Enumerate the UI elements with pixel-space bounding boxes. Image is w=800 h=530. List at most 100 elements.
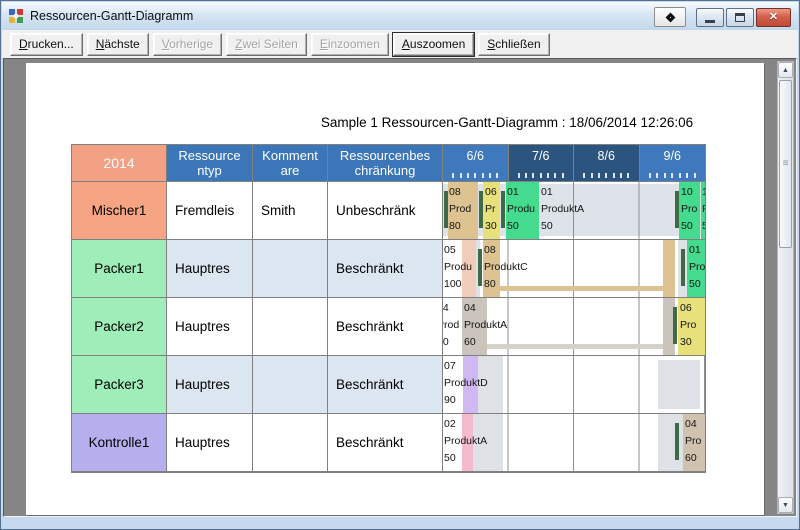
gantt-bar-label: 06Pr30 (485, 184, 497, 235)
diamond-icon (665, 12, 675, 22)
gantt-bar-label: 07ProduktD90 (444, 358, 488, 409)
gantt-cell: 04Prod50 04ProduktA60 06Pro30 (443, 298, 705, 356)
gantt-bar-label: 04Prod50 (443, 300, 459, 351)
tick-mark (686, 173, 688, 178)
constraint-cell: Beschränkt (328, 240, 443, 298)
resource-type-cell: Hauptres (167, 414, 253, 472)
column-header: Komment are (253, 145, 328, 182)
constraint-cell: Beschränkt (328, 356, 443, 414)
day-header: 7/6 (509, 145, 575, 182)
day-label: 9/6 (640, 145, 706, 166)
gantt-start-end-marker (681, 249, 685, 286)
maximize-button[interactable] (726, 8, 754, 27)
gantt-start-end-marker (478, 249, 482, 286)
resource-row: Kontrolle1HauptresBeschränkt02ProduktA50… (72, 414, 705, 472)
constraint-cell: Beschränkt (328, 414, 443, 472)
toolbar-button-einzoomen: Einzoomen (311, 33, 389, 56)
gantt-cell: 05Produ100 08ProduktC80 01Pro50 (443, 240, 705, 298)
tick-mark (467, 173, 469, 178)
gantt-bar-label: 05Produ100 (444, 242, 472, 293)
gantt-cell: 07ProduktD90 (443, 356, 705, 414)
tick-mark (525, 173, 527, 178)
gantt-bar-label: 08ProduktC80 (484, 242, 528, 293)
scroll-down-button[interactable]: ▼ (778, 497, 793, 513)
gantt-start-end-marker (673, 307, 677, 344)
column-header: 2014 (72, 145, 167, 182)
tick-mark (547, 173, 549, 178)
tick-mark (540, 173, 542, 178)
resource-type-cell: Hauptres (167, 298, 253, 356)
toolbar-button-drucken[interactable]: Drucken... (10, 33, 83, 56)
gantt-bar-label: 01Pro50 (689, 242, 705, 293)
gantt-bar-label: 01ProduktA50 (541, 184, 584, 235)
app-icon (8, 8, 24, 24)
day-header: 6/6 (443, 145, 509, 182)
tick-mark (489, 173, 491, 178)
hour-ticks (574, 166, 639, 181)
day-label: 7/6 (509, 145, 574, 166)
hour-ticks (443, 166, 508, 181)
comment-cell (253, 356, 328, 414)
toolbar-button-zwei-seiten: Zwei Seiten (226, 33, 307, 56)
gantt-bar-label: 01Produ50 (507, 184, 535, 235)
gantt-bar-label: 06Pro30 (680, 300, 696, 351)
scroll-thumb[interactable]: ≡ (779, 80, 792, 248)
gantt-bar-label: 1P5 (702, 184, 705, 235)
gantt-bar-label: 08Prod80 (449, 184, 471, 235)
resource-name-cell: Packer1 (72, 240, 167, 298)
window-title: Ressourcen-Gantt-Diagramm (30, 9, 193, 23)
tick-mark (591, 173, 593, 178)
resource-type-cell: Fremdleis (167, 182, 253, 240)
day-header: 8/6 (574, 145, 640, 182)
toolbar: Drucken...NächsteVorherigeZwei SeitenEin… (2, 30, 798, 58)
tick-mark (671, 173, 673, 178)
toolbar-button-auszoomen[interactable]: Auszoomen (393, 33, 474, 56)
system-diamond-button[interactable] (654, 7, 686, 27)
resource-gantt-table: 2014Ressource ntypKomment areRessourcenb… (71, 144, 706, 473)
comment-cell (253, 414, 328, 472)
toolbar-button-vorherige: Vorherige (153, 33, 222, 56)
tick-mark (474, 173, 476, 178)
toolbar-button-schliessen[interactable]: Schließen (478, 33, 549, 56)
comment-cell: Smith (253, 182, 328, 240)
toolbar-button-naechste[interactable]: Nächste (87, 33, 149, 56)
tick-mark (656, 173, 658, 178)
tick-mark (496, 173, 498, 178)
gantt-bar (658, 360, 700, 409)
scroll-up-button[interactable]: ▲ (778, 62, 793, 78)
hour-ticks (509, 166, 574, 181)
tick-mark (627, 173, 629, 178)
gantt-bar-label: 04ProduktA60 (464, 300, 507, 351)
tick-mark (613, 173, 615, 178)
close-button[interactable]: ✕ (756, 8, 791, 27)
comment-cell (253, 240, 328, 298)
hour-ticks (640, 166, 706, 181)
resource-row: Packer1HauptresBeschränkt05Produ10008Pro… (72, 240, 705, 298)
tick-mark (620, 173, 622, 178)
titlebar: Ressourcen-Gantt-Diagramm ✕ (2, 2, 798, 30)
tick-mark (518, 173, 520, 178)
day-label: 6/6 (443, 145, 508, 166)
resource-name-cell: Packer2 (72, 298, 167, 356)
constraint-cell: Beschränkt (328, 298, 443, 356)
gantt-start-end-marker (675, 191, 679, 228)
table-header-row: 2014Ressource ntypKomment areRessourcenb… (72, 145, 705, 182)
tick-mark (664, 173, 666, 178)
comment-cell (253, 298, 328, 356)
column-header: Ressource ntyp (167, 145, 253, 182)
vertical-scrollbar[interactable]: ▲ ≡ ▼ (777, 61, 794, 514)
tick-mark (554, 173, 556, 178)
close-icon: ✕ (769, 12, 778, 23)
gantt-bar (663, 240, 675, 297)
day-header: 9/6 (640, 145, 706, 182)
resource-row: Mischer1FremdleisSmithUnbeschränk08Prod8… (72, 182, 705, 240)
resource-type-cell: Hauptres (167, 356, 253, 414)
gantt-bar-label: 10Pro50 (681, 184, 697, 235)
resource-name-cell: Mischer1 (72, 182, 167, 240)
print-preview-area: Sample 1 Ressourcen-Gantt-Diagramm : 18/… (3, 58, 797, 517)
tick-mark (649, 173, 651, 178)
minimize-button[interactable] (696, 8, 724, 27)
column-header: Ressourcenbes chränkung (328, 145, 443, 182)
gantt-start-end-marker (479, 191, 483, 228)
gantt-bar-label: 02ProduktA50 (444, 416, 487, 467)
